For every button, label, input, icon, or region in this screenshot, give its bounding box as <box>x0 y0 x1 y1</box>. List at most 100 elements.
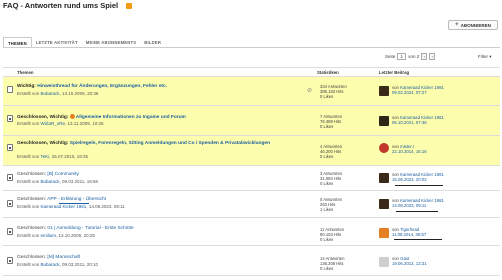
topic-author: Erstellt von WiZaR_oRe, 13.11.2009, 10:2… <box>17 121 104 126</box>
last-post-date[interactable]: 11.09.2014, 08:57 <box>392 232 426 237</box>
topic-prefix: Geschlossen: <box>17 197 47 202</box>
created-date: , 09.03.2011, 19:56 <box>59 179 98 184</box>
topic-link[interactable]: Hinweisthread für Änderungen, Ergänzunge… <box>37 84 167 89</box>
last-post-date[interactable]: 19.06.2012, 13:31 <box>392 261 427 266</box>
page-title: FAQ - Antworten rund ums Spiel <box>3 1 119 10</box>
avatar[interactable] <box>379 143 389 153</box>
author-link[interactable]: Bubarack <box>41 179 60 184</box>
emoji-icon <box>69 114 75 119</box>
author-link[interactable]: Kameraad Kicker 1981 <box>41 204 87 209</box>
topic-title[interactable]: Geschlossen, Wichtig: Spielregeln, Foren… <box>17 141 307 147</box>
topic-title[interactable]: Geschlossen: 01 | Anmeldung - Tutorial -… <box>17 226 134 231</box>
annotation-underline <box>395 185 443 186</box>
likes-count: 0 Likes <box>320 266 334 272</box>
subscribe-label: ABONNIEREN <box>460 22 491 28</box>
topic-stats: 14 Antworten 136.206 Hits 0 Likes <box>320 256 344 272</box>
lock-icon <box>7 200 13 207</box>
created-label: Erstellt von <box>17 233 40 238</box>
topic-link[interactable]: APP - Erklärung - Übersicht <box>47 197 106 202</box>
topic-title[interactable]: Geschlossen: APP - Erklärung - Übersicht <box>17 197 106 202</box>
page-label: Seite <box>385 54 396 59</box>
avatar[interactable] <box>379 86 389 96</box>
last-post: von Kameraad Kicker 1981 09.02.2024, 07:… <box>392 85 444 95</box>
page-input[interactable]: 1 <box>397 53 407 60</box>
avatar[interactable] <box>379 199 389 209</box>
topic-author: Erstellt von Kameraad Kicker 1981, 14.08… <box>17 204 125 209</box>
last-post: von Kameraad Kicker 1981 14.08.2023, 09:… <box>392 198 444 208</box>
filter-dropdown[interactable]: Filter ▾ <box>478 54 492 60</box>
topic-prefix: Geschlossen: <box>17 226 47 231</box>
created-date: , 13.10.2009, 20:25 <box>56 233 95 238</box>
col-letzter-beitrag[interactable]: Letzter Beitrag <box>379 70 409 75</box>
topic-stats: 7 Antworten 76.489 Hits 0 Likes <box>320 114 342 130</box>
col-themen[interactable]: Themen <box>17 70 33 75</box>
likes-count: 0 Likes <box>320 237 334 243</box>
topic-prefix: Wichtig: <box>17 84 36 89</box>
author-link[interactable]: WiZaR_oRe <box>41 121 66 126</box>
annotation-underline <box>59 203 89 204</box>
avatar[interactable] <box>379 228 389 238</box>
last-post: von Tigerhead 11.09.2014, 08:57 <box>392 227 426 237</box>
prev-page-button[interactable]: ‹ <box>421 53 428 60</box>
avatar[interactable] <box>379 173 389 183</box>
col-statistiken[interactable]: Statistiken <box>317 70 339 75</box>
likes-count: 0 Likes <box>320 124 334 130</box>
topic-stats: 4 Antworten 46.200 Hits 0 Likes <box>320 144 342 160</box>
last-post: von Gast 19.06.2012, 13:31 <box>392 256 427 266</box>
topic-title[interactable]: Geschlossen, Wichtig: Allgemeine Informa… <box>17 114 186 120</box>
last-post-date[interactable]: 09.02.2024, 07:27 <box>392 90 444 95</box>
plus-icon: + <box>455 22 459 28</box>
topic-link[interactable]: Allgemeine Informationen zu Ingame und F… <box>76 115 186 120</box>
author-link[interactable]: Bubarack <box>41 91 60 96</box>
table-row: Geschlossen, Wichtig: Allgemeine Informa… <box>3 106 500 136</box>
topic-author: Erstellt von Bubarack, 13.10.2009, 20:36 <box>17 91 98 96</box>
last-post: von mister.r 22.10.2014, 16:16 <box>392 144 427 154</box>
subscribe-button[interactable]: + ABONNIEREN <box>448 20 498 30</box>
created-date: , 13.11.2009, 10:26 <box>65 121 104 126</box>
topic-prefix: Geschlossen, Wichtig: <box>17 115 69 120</box>
last-post-date[interactable]: 22.10.2014, 16:16 <box>392 149 427 154</box>
topic-link[interactable]: [B] Community <box>47 172 78 177</box>
topic-link[interactable]: [M] Mannschaft <box>47 255 80 260</box>
lock-icon <box>7 174 13 181</box>
created-label: Erstellt von <box>17 179 40 184</box>
topic-title[interactable]: Geschlossen: [M] Mannschaft <box>17 255 80 260</box>
lock-icon <box>7 115 13 122</box>
last-post-date[interactable]: 14.08.2023, 09:11 <box>392 203 444 208</box>
created-label: Erstellt von <box>17 91 40 96</box>
topic-stats: 334 Antworten 385.153 Hits 0 Likes <box>320 84 347 100</box>
filter-label: Filter <box>478 54 488 59</box>
created-date: , 13.10.2009, 20:36 <box>59 91 99 96</box>
likes-count: 0 Likes <box>320 94 334 100</box>
topic-prefix: Geschlossen, Wichtig: <box>17 141 69 146</box>
topic-title[interactable]: Geschlossen: [B] Community <box>17 172 79 177</box>
author-link[interactable]: Bubarack <box>41 262 60 267</box>
rss-icon[interactable] <box>126 3 132 9</box>
topic-author: Erstellt von Bubarack, 09.03.2011, 19:56 <box>17 179 98 184</box>
author-link[interactable]: TeKi <box>40 154 49 159</box>
created-date: , 25.07.2010, 19:35 <box>49 154 88 159</box>
page-header: FAQ - Antworten rund ums Spiel <box>0 0 502 18</box>
table-row: Wichtig: Hinweisthread für Änderungen, E… <box>3 77 500 106</box>
topic-prefix: Geschlossen: <box>17 255 47 260</box>
table-row: Geschlossen, Wichtig: Spielregeln, Foren… <box>3 136 500 166</box>
tab-divider <box>3 47 500 48</box>
avatar[interactable] <box>379 116 389 126</box>
last-post-date[interactable]: 05.10.2021, 07:48 <box>392 120 444 125</box>
last-post-date[interactable]: 15.08.2023, 20:02 <box>392 177 444 182</box>
last-post: von Kameraad Kicker 1981 15.08.2023, 20:… <box>392 172 444 182</box>
table-row: Geschlossen: APP - Erklärung - Übersicht… <box>3 191 500 218</box>
topic-title[interactable]: Wichtig: Hinweisthread für Änderungen, E… <box>17 84 167 89</box>
topic-link[interactable]: 01 | Anmeldung - Tutorial - Erste Schrit… <box>47 226 133 231</box>
lock-icon <box>7 228 13 235</box>
created-date: , 09.03.2011, 20:10 <box>59 262 98 267</box>
avatar[interactable] <box>379 257 389 267</box>
author-link[interactable]: emilium <box>41 233 57 238</box>
created-label: Erstellt von <box>17 154 40 159</box>
likes-count: 1 Likes <box>320 207 334 213</box>
topic-author: Erstellt von Bubarack, 09.03.2011, 20:10 <box>17 262 98 267</box>
next-page-button[interactable]: › <box>429 53 436 60</box>
likes-count: 0 Likes <box>320 154 334 160</box>
topic-link[interactable]: Spielregeln, Forenregeln, Sitting Anmeld… <box>70 141 270 146</box>
pagination: Seite 1 von 2 ‹ › <box>385 53 436 60</box>
